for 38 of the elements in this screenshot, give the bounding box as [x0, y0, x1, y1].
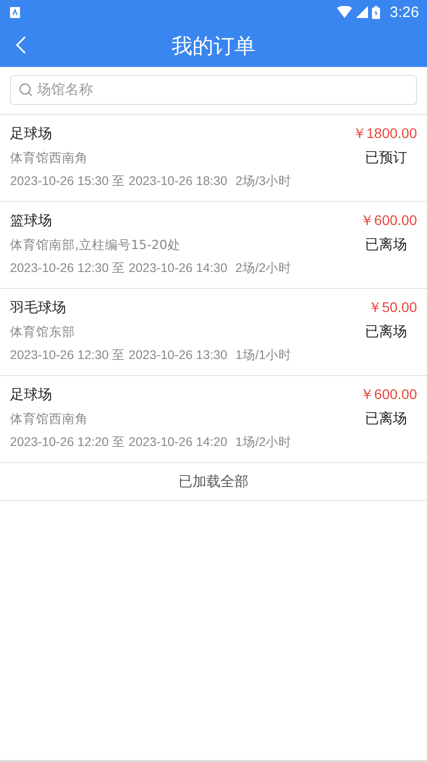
order-price: ￥1800.00	[352, 125, 417, 143]
venue-name: 足球场	[10, 125, 52, 143]
booking-usage: 1场/2小时	[235, 434, 292, 451]
order-card[interactable]: 篮球场 ￥600.00 体育馆南部,立柱编号15-20处 已离场 2023-10-26 12:30 至 2023-10-26 14:30 2场/2小时	[0, 202, 427, 289]
venue-name: 足球场	[10, 386, 52, 404]
load-complete-text: 已加载全部	[178, 472, 248, 490]
order-status: 已离场	[365, 323, 408, 341]
order-price: ￥600.00	[360, 386, 417, 404]
order-status: 已离场	[365, 410, 408, 428]
battery-icon	[372, 6, 380, 18]
venue-location: 体育馆东部	[10, 324, 75, 340]
booking-time-range: 2023-10-26 12:30 至 2023-10-26 14:30	[10, 260, 228, 277]
booking-time-range: 2023-10-26 15:30 至 2023-10-26 18:30	[10, 173, 228, 190]
booking-time-range: 2023-10-26 12:30 至 2023-10-26 13:30	[10, 347, 228, 364]
signal-icon	[356, 6, 368, 18]
wifi-icon	[336, 6, 352, 18]
order-status: 已离场	[365, 236, 408, 254]
search-field[interactable]: 场馆名称	[10, 75, 417, 105]
status-time: 3:26	[390, 4, 419, 20]
order-status: 已预订	[365, 149, 408, 167]
venue-location: 体育馆西南角	[10, 150, 88, 166]
page-title: 我的订单	[172, 32, 256, 60]
booking-usage: 2场/3小时	[235, 173, 292, 190]
venue-name: 篮球场	[10, 212, 52, 230]
back-icon	[16, 36, 26, 54]
booking-usage: 1场/1小时	[235, 347, 292, 364]
order-price: ￥50.00	[368, 299, 417, 317]
order-card[interactable]: 足球场 ￥600.00 体育馆西南角 已离场 2023-10-26 12:20 至 2023-10-26 14:20 1场/2小时	[0, 376, 427, 463]
booking-usage: 2场/2小时	[235, 260, 292, 277]
venue-location: 体育馆南部,立柱编号15-20处	[10, 236, 180, 254]
notification-icon	[10, 6, 20, 18]
search-icon	[19, 83, 33, 97]
order-price: ￥600.00	[360, 212, 417, 230]
order-card[interactable]: 足球场 ￥1800.00 体育馆西南角 已预订 2023-10-26 15:30 至 2023-10-26 18:30 2场/3小时	[0, 115, 427, 202]
booking-time-range: 2023-10-26 12:20 至 2023-10-26 14:20	[10, 434, 228, 451]
order-card[interactable]: 羽毛球场 ￥50.00 体育馆东部 已离场 2023-10-26 12:30 至 2023-10-26 13:30 1场/1小时	[0, 289, 427, 376]
venue-name: 羽毛球场	[10, 299, 66, 317]
venue-location: 体育馆西南角	[10, 410, 88, 428]
